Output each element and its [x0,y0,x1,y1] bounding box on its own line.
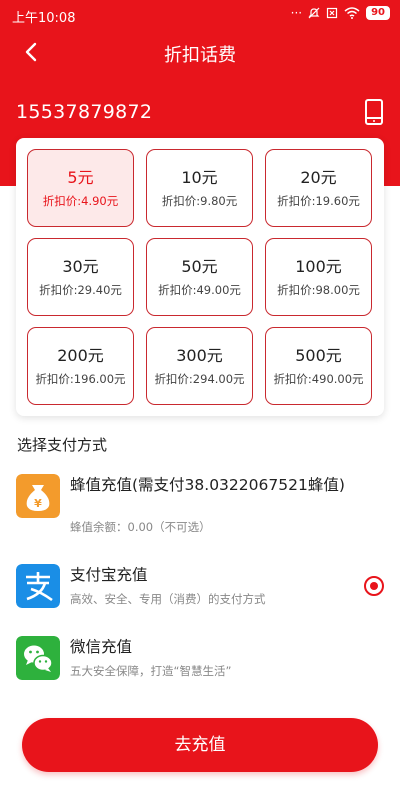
phone-row: 15537879872 [16,98,384,128]
denomination-price: 折扣价:294.00元 [154,372,245,386]
status-bar: 上午10:08 ··· 90 [0,0,400,30]
denomination-tile[interactable]: 100元折扣价:98.00元 [265,238,372,316]
payment-subtitle: 蜂值余额：0.00（不可选） [70,520,211,534]
svg-text:¥: ¥ [34,497,42,510]
denomination-tile[interactable]: 300元折扣价:294.00元 [146,327,253,405]
denomination-amount: 50元 [181,257,218,276]
denomination-amount: 10元 [181,168,218,187]
denomination-tile[interactable]: 200元折扣价:196.00元 [27,327,134,405]
denomination-tile[interactable]: 20元折扣价:19.60元 [265,149,372,227]
denomination-price: 折扣价:98.00元 [277,283,360,297]
recharge-button[interactable]: 去充值 [22,718,378,772]
payment-subtitle: 高效、安全、专用（消费）的支付方式 [70,592,266,606]
denomination-amount: 300元 [176,346,223,365]
denomination-amount: 100元 [295,257,342,276]
payment-name: 微信充值 [70,638,133,656]
denomination-price: 折扣价:9.80元 [161,194,238,208]
denomination-price: 折扣价:19.60元 [277,194,360,208]
denomination-tile[interactable]: 50元折扣价:49.00元 [146,238,253,316]
phone-icon[interactable] [364,98,384,126]
denomination-tile[interactable]: 5元折扣价:4.90元 [27,149,134,227]
payment-name: 蜂值充值(需支付38.0322067521蜂值) [70,476,345,494]
wifi-icon [344,7,360,19]
denomination-tile[interactable]: 30元折扣价:29.40元 [27,238,134,316]
payment-option-alipay[interactable]: 支付宝充值 高效、安全、专用（消费）的支付方式 [16,564,384,610]
denomination-tile[interactable]: 500元折扣价:490.00元 [265,327,372,405]
status-icons: ··· 90 [291,6,390,20]
mute-icon [308,7,320,19]
denomination-amount: 500元 [295,346,342,365]
denomination-price: 折扣价:490.00元 [273,372,364,386]
page-title: 折扣话费 [164,45,236,66]
denomination-card: 5元折扣价:4.90元 10元折扣价:9.80元 20元折扣价:19.60元 3… [16,138,384,416]
money-bag-icon: ¥ [16,474,60,518]
payment-option-bee[interactable]: ¥ 蜂值充值(需支付38.0322067521蜂值) 蜂值余额：0.00（不可选… [16,474,384,536]
alipay-radio-selected[interactable] [364,576,384,596]
no-sim-icon [326,7,338,19]
wechat-icon [16,636,60,680]
alipay-icon [16,564,60,608]
battery-icon: 90 [366,6,390,20]
status-time: 上午10:08 [12,11,76,26]
phone-number: 15537879872 [16,101,153,123]
more-dots-icon: ··· [290,6,303,20]
nav-bar: 折扣话费 [0,30,400,74]
denomination-amount: 30元 [62,257,99,276]
denomination-price: 折扣价:196.00元 [35,372,126,386]
denomination-price: 折扣价:29.40元 [39,283,122,297]
payment-section-title: 选择支付方式 [17,436,108,454]
denomination-amount: 200元 [57,346,104,365]
denomination-price: 折扣价:4.90元 [42,194,119,208]
denomination-price: 折扣价:49.00元 [158,283,241,297]
payment-subtitle: 五大安全保障，打造“智慧生活” [70,664,232,678]
payment-name: 支付宝充值 [70,566,148,584]
denomination-amount: 5元 [67,168,94,187]
denomination-tile[interactable]: 10元折扣价:9.80元 [146,149,253,227]
payment-option-wechat[interactable]: 微信充值 五大安全保障，打造“智慧生活” [16,636,384,682]
denomination-grid: 5元折扣价:4.90元 10元折扣价:9.80元 20元折扣价:19.60元 3… [27,149,372,405]
denomination-amount: 20元 [300,168,337,187]
